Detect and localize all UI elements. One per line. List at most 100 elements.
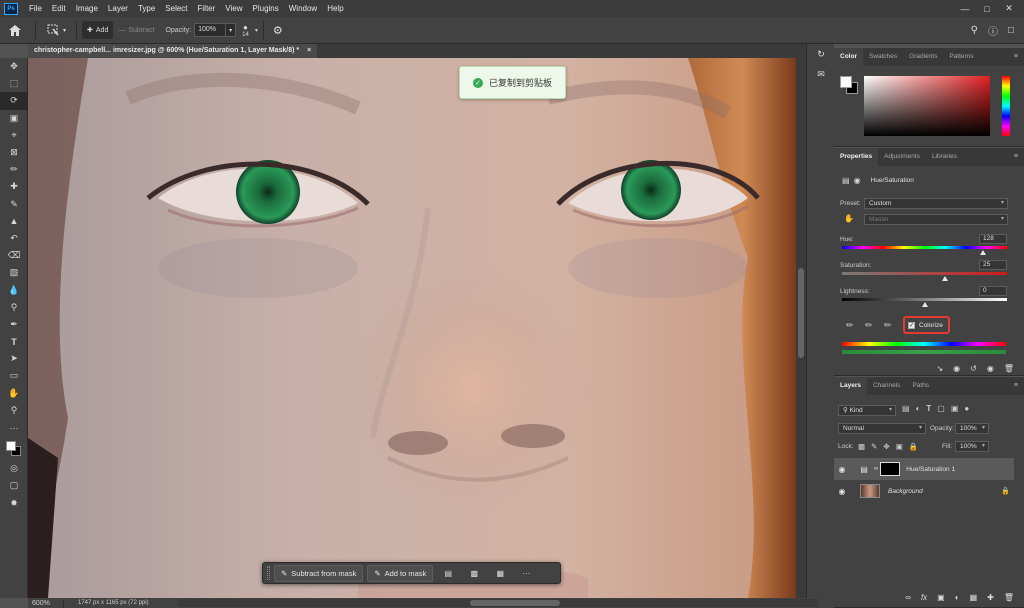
- eyedropper-tool-icon[interactable]: ✏: [0, 161, 28, 178]
- menu-file[interactable]: File: [24, 4, 47, 13]
- mask-feather-icon[interactable]: ▦: [489, 565, 511, 582]
- layer-row[interactable]: ◉ Background 🔒: [834, 480, 1014, 502]
- layer-name[interactable]: Background: [888, 488, 923, 495]
- blur-tool-icon[interactable]: 💧: [0, 281, 28, 298]
- zoom-level[interactable]: 600%: [28, 599, 64, 607]
- crop-tool-icon[interactable]: ⌖: [0, 127, 28, 144]
- adjustment-filter-icon[interactable]: ◐: [916, 404, 921, 413]
- layer-mask-thumbnail[interactable]: [880, 462, 901, 476]
- tab-libraries[interactable]: Libraries: [926, 148, 963, 166]
- add-mode-button[interactable]: ✚ Add: [82, 21, 114, 39]
- opacity-dropdown-button[interactable]: ▾: [226, 23, 237, 37]
- blend-mode-dropdown[interactable]: Normal ▾: [838, 423, 926, 434]
- horizontal-scrollbar[interactable]: [178, 599, 818, 607]
- subtract-mode-button[interactable]: — Subtract: [113, 21, 159, 39]
- new-adjustment-icon[interactable]: ◐: [955, 593, 960, 602]
- menu-view[interactable]: View: [220, 4, 247, 13]
- pixel-filter-icon[interactable]: ▤: [902, 404, 910, 413]
- opacity-input[interactable]: 100%: [194, 23, 227, 37]
- filter-kind-dropdown[interactable]: ⚲ Kind ▾: [838, 405, 896, 416]
- lightness-slider-track[interactable]: [842, 298, 1007, 301]
- filter-toggle-icon[interactable]: ●: [964, 404, 969, 413]
- screen-mode-icon[interactable]: ▢: [0, 477, 28, 494]
- color-picker-field[interactable]: [864, 76, 990, 136]
- tab-swatches[interactable]: Swatches: [863, 48, 903, 66]
- document-canvas[interactable]: [28, 58, 796, 598]
- menu-plugins[interactable]: Plugins: [248, 4, 284, 13]
- path-selection-tool-icon[interactable]: ➤: [0, 350, 28, 367]
- panel-menu-icon[interactable]: ≡: [1014, 48, 1024, 66]
- tab-color[interactable]: Color: [834, 48, 863, 66]
- hue-slider-knob[interactable]: [980, 250, 987, 255]
- brush-size-picker[interactable]: ● 14: [242, 23, 249, 38]
- adjustment-layer-icon[interactable]: ▤: [842, 176, 850, 185]
- panel-menu-icon[interactable]: ≡: [1014, 377, 1024, 395]
- layer-name[interactable]: Hue/Saturation 1: [906, 466, 955, 473]
- share-icon[interactable]: □: [1008, 25, 1014, 36]
- lock-all-icon[interactable]: 🔒: [909, 442, 918, 451]
- comments-icon[interactable]: ✉: [807, 64, 835, 84]
- menu-select[interactable]: Select: [160, 4, 192, 13]
- saturation-input[interactable]: 25: [979, 260, 1007, 270]
- lock-image-icon[interactable]: ✎: [871, 442, 877, 451]
- drag-handle[interactable]: [267, 566, 270, 580]
- tab-layers[interactable]: Layers: [834, 377, 867, 395]
- history-brush-tool-icon[interactable]: ↶: [0, 230, 28, 247]
- brush-tool-icon[interactable]: ✎: [0, 196, 28, 213]
- targeted-adjustment-icon[interactable]: ✋: [844, 214, 854, 223]
- clip-to-layer-icon[interactable]: ↘: [936, 364, 943, 373]
- vertical-scrollbar[interactable]: [796, 58, 806, 598]
- close-button[interactable]: ✕: [998, 3, 1020, 14]
- menu-edit[interactable]: Edit: [47, 4, 71, 13]
- saturation-slider-track[interactable]: [842, 272, 1007, 275]
- zoom-tool-icon[interactable]: ⚲: [0, 402, 28, 419]
- type-filter-icon[interactable]: T: [926, 404, 931, 413]
- layer-opacity-input[interactable]: 100% ▾: [955, 423, 989, 434]
- tab-patterns[interactable]: Patterns: [943, 48, 979, 66]
- visibility-eye-icon[interactable]: ◉: [987, 364, 994, 373]
- layer-style-icon[interactable]: fx: [921, 593, 927, 602]
- tab-channels[interactable]: Channels: [867, 377, 906, 395]
- close-icon[interactable]: ×: [307, 47, 311, 54]
- mask-density-icon[interactable]: ▩: [463, 565, 485, 582]
- minimize-button[interactable]: —: [954, 4, 976, 14]
- preset-dropdown[interactable]: Custom ▾: [864, 198, 1008, 209]
- gradient-tool-icon[interactable]: ▧: [0, 264, 28, 281]
- tab-paths[interactable]: Paths: [906, 377, 935, 395]
- trash-icon[interactable]: 🗑: [1004, 593, 1014, 602]
- new-group-icon[interactable]: ▦: [970, 593, 978, 602]
- eyedropper-icon[interactable]: ✏: [846, 320, 854, 331]
- healing-brush-tool-icon[interactable]: ✚: [0, 178, 28, 195]
- document-tab[interactable]: christopher-campbell... imresizer.jpg @ …: [28, 44, 318, 58]
- view-previous-icon[interactable]: ◉: [953, 364, 960, 373]
- move-tool-icon[interactable]: ✥: [0, 58, 28, 75]
- object-selection-tool-icon[interactable]: ▣: [0, 110, 28, 127]
- fill-input[interactable]: 100% ▾: [955, 441, 989, 452]
- hue-slider-track[interactable]: [842, 246, 1007, 249]
- layer-mask-icon[interactable]: ◉: [854, 176, 861, 185]
- menu-layer[interactable]: Layer: [103, 4, 133, 13]
- lock-artboard-icon[interactable]: ▣: [896, 442, 903, 451]
- gear-icon[interactable]: ⚙: [273, 24, 283, 37]
- menu-filter[interactable]: Filter: [193, 4, 221, 13]
- visibility-eye-icon[interactable]: ◉: [834, 465, 850, 474]
- invert-mask-icon[interactable]: ▤: [437, 565, 459, 582]
- layer-row[interactable]: ◉ ▤ ∞ Hue/Saturation 1: [834, 458, 1014, 480]
- type-tool-icon[interactable]: T: [0, 333, 28, 350]
- add-mask-icon[interactable]: ▣: [937, 593, 945, 602]
- new-layer-icon[interactable]: ✚: [987, 593, 994, 602]
- pen-tool-icon[interactable]: ✒: [0, 316, 28, 333]
- scrollbar-thumb[interactable]: [470, 600, 560, 606]
- shape-filter-icon[interactable]: ▢: [937, 404, 945, 413]
- hand-tool-icon[interactable]: ✋: [0, 385, 28, 402]
- lightness-input[interactable]: 0: [979, 286, 1007, 296]
- panel-menu-icon[interactable]: ≡: [1014, 148, 1024, 166]
- saturation-slider-knob[interactable]: [942, 276, 949, 281]
- menu-help[interactable]: Help: [322, 4, 348, 13]
- history-icon[interactable]: ↻: [807, 44, 835, 64]
- home-button[interactable]: [0, 17, 30, 44]
- subtract-from-mask-button[interactable]: ✎ Subtract from mask: [274, 564, 364, 582]
- layer-thumbnail[interactable]: [860, 484, 880, 498]
- trash-icon[interactable]: 🗑: [1004, 364, 1014, 373]
- lock-transparent-icon[interactable]: ▩: [858, 442, 865, 451]
